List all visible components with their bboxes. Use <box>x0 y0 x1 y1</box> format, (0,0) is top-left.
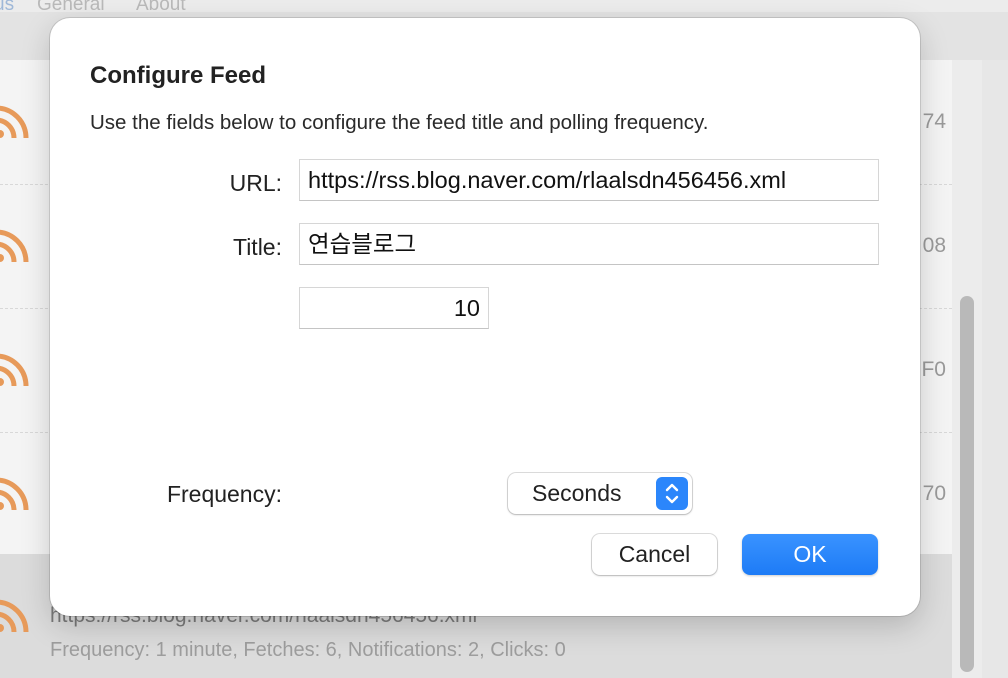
row-value: 70 <box>922 482 946 505</box>
dialog-title: Configure Feed <box>90 62 267 89</box>
popup-chevron-icon <box>656 477 688 510</box>
dialog-description: Use the fields below to configure the fe… <box>90 111 709 134</box>
configure-feed-dialog: Configure Feed Use the fields below to c… <box>50 18 920 616</box>
frequency-value-field[interactable]: 10 <box>299 287 489 329</box>
frequency-unit-popup[interactable]: Seconds <box>508 473 692 514</box>
title-label: Title: <box>233 234 282 260</box>
selected-feed-info: Frequency: 1 minute, Fetches: 6, Notific… <box>50 639 566 661</box>
rss-feed-icon <box>0 599 29 633</box>
url-label: URL: <box>229 170 282 196</box>
background-edge <box>982 60 1008 678</box>
cancel-button[interactable]: Cancel <box>592 534 717 575</box>
rss-feed-icon <box>0 229 29 263</box>
row-value: 74 <box>922 110 946 133</box>
url-field[interactable]: https://rss.blog.naver.com/rlaalsdn45645… <box>299 159 879 201</box>
rss-feed-icon <box>0 477 29 511</box>
title-field[interactable]: 연습블로그 <box>299 223 879 265</box>
scrollbar-thumb[interactable] <box>960 296 974 672</box>
row-value: F0 <box>921 358 946 381</box>
frequency-label: Frequency: <box>166 481 282 507</box>
rss-feed-icon <box>0 105 29 139</box>
frequency-unit-label: Seconds <box>532 480 622 506</box>
ok-button[interactable]: OK <box>742 534 878 575</box>
rss-feed-icon <box>0 353 29 387</box>
row-value: 08 <box>922 234 946 257</box>
